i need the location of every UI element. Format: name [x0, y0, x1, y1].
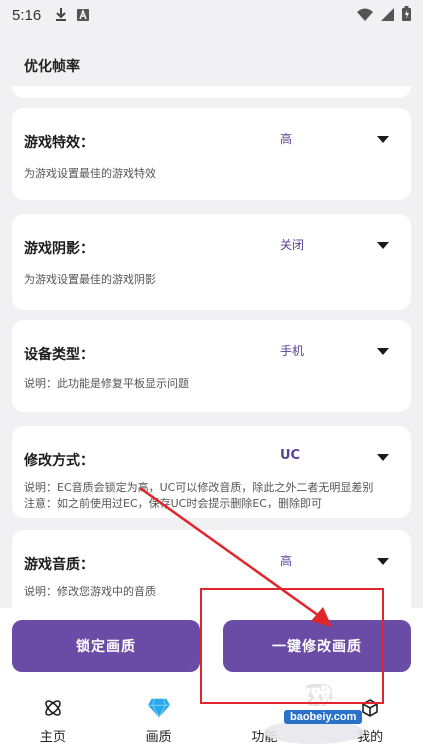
setting-note: 注意：如之前使用过EC，保存UC时会提示删除EC，删除即可	[24, 497, 322, 510]
nav-item-quality[interactable]: 画质	[106, 692, 212, 752]
chevron-down-icon[interactable]	[377, 348, 389, 355]
app-notification-icon	[77, 6, 90, 25]
atom-icon	[41, 696, 65, 720]
chevron-down-icon[interactable]	[377, 454, 389, 461]
diamond-icon	[147, 696, 171, 720]
setting-label: 修改方式：	[24, 453, 94, 469]
setting-description: 说明：修改您游戏中的音质	[24, 585, 156, 598]
watermark-url: baobeiy.com	[284, 710, 363, 724]
setting-label: 设备类型：	[24, 347, 94, 363]
chevron-down-icon[interactable]	[377, 242, 389, 249]
setting-description: 说明：此功能是修复平板显示问题	[24, 377, 189, 390]
setting-description: 为游戏设置最佳的游戏特效	[24, 167, 156, 180]
setting-description: 为游戏设置最佳的游戏阴影	[24, 273, 156, 286]
setting-value[interactable]: 手机	[280, 342, 304, 359]
setting-label: 游戏音质：	[24, 557, 94, 573]
setting-label: 游戏阴影：	[24, 241, 94, 257]
status-bar: 5:16	[0, 0, 423, 30]
previous-card-edge	[12, 86, 411, 98]
setting-description: 说明：EC音质会锁定为高，UC可以修改音质，除此之外二者无明显差别	[24, 481, 374, 494]
setting-value[interactable]: 高	[280, 552, 292, 569]
download-icon	[55, 6, 67, 25]
nav-label-home: 主页	[39, 730, 66, 745]
wifi-icon	[357, 6, 373, 25]
lock-quality-button[interactable]: 锁定画质	[12, 620, 200, 672]
setting-value[interactable]: UC	[280, 448, 300, 463]
status-time: 5:16	[12, 6, 42, 24]
nav-label-quality: 画质	[145, 730, 172, 745]
chevron-down-icon[interactable]	[377, 558, 389, 565]
setting-card-device-type[interactable]: 设备类型： 手机 说明：此功能是修复平板显示问题	[12, 320, 411, 412]
battery-icon	[402, 5, 411, 25]
annotation-highlight-box	[200, 588, 384, 704]
setting-card-shadows[interactable]: 游戏阴影： 关闭 为游戏设置最佳的游戏阴影	[12, 214, 411, 310]
setting-label: 游戏特效：	[24, 135, 94, 151]
setting-card-effects[interactable]: 游戏特效： 高 为游戏设置最佳的游戏特效	[12, 108, 411, 200]
section-title: 优化帧率	[24, 59, 80, 75]
chevron-down-icon[interactable]	[377, 136, 389, 143]
setting-value[interactable]: 关闭	[280, 236, 304, 253]
signal-icon	[381, 6, 394, 25]
setting-value[interactable]: 高	[280, 130, 292, 147]
nav-item-home[interactable]: 主页	[0, 692, 106, 752]
setting-card-modify-mode[interactable]: 修改方式： UC 说明：EC音质会锁定为高，UC可以修改音质，除此之外二者无明显…	[12, 426, 411, 518]
